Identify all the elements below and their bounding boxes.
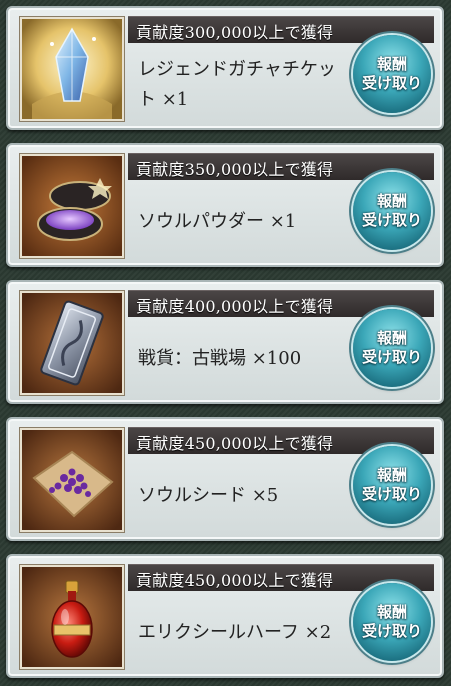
reward-item-line1: エリクシールハーフ ×2 (138, 622, 332, 643)
receive-reward-button[interactable]: 報酬 受け取り (353, 446, 431, 524)
reward-card: 貢献度300,000以上で獲得 レジェンドガチャチケッ ト ×1 報酬 受け取り (6, 6, 444, 130)
button-label-line1: 報酬 (376, 55, 407, 73)
button-label-line2: 受け取り (361, 622, 422, 640)
receive-reward-button[interactable]: 報酬 受け取り (353, 309, 431, 387)
reward-condition-text: 貢献度450,000以上で獲得 (136, 571, 334, 590)
reward-card: 貢献度450,000以上で獲得 ソウルシード ×5 報酬 受け取り (6, 417, 444, 541)
reward-card: 貢献度400,000以上で獲得 戦貨：古戦場 ×100 報酬 受け取り (6, 280, 444, 404)
legend-gacha-ticket-crystal-icon (20, 17, 124, 121)
reward-item-name: 戦貨：古戦場 ×100 (138, 324, 354, 394)
reward-item-name: エリクシールハーフ ×2 (138, 598, 354, 668)
elixir-half-bottle-icon (20, 565, 124, 669)
reward-condition-text: 貢献度400,000以上で獲得 (136, 297, 334, 316)
button-label-line1: 報酬 (376, 603, 407, 621)
receive-reward-button[interactable]: 報酬 受け取り (353, 583, 431, 661)
reward-condition-text: 貢献度300,000以上で獲得 (136, 23, 334, 42)
reward-item-line1: ソウルシード ×5 (138, 485, 279, 506)
reward-condition-text: 貢献度350,000以上で獲得 (136, 160, 334, 179)
button-label-line1: 報酬 (376, 329, 407, 347)
reward-item-line1: ソウルパウダー ×1 (138, 211, 297, 232)
receive-reward-button[interactable]: 報酬 受け取り (353, 172, 431, 250)
reward-card: 貢献度450,000以上で獲得 エリクシールハーフ ×2 報酬 受け取り (6, 554, 444, 678)
reward-card: 貢献度350,000以上で獲得 ソウルパウダー ×1 報酬 受け取り (6, 143, 444, 267)
button-label-line1: 報酬 (376, 466, 407, 484)
reward-item-line2: ト ×1 (138, 89, 189, 110)
button-label-line2: 受け取り (361, 211, 422, 229)
reward-condition-text: 貢献度450,000以上で獲得 (136, 434, 334, 453)
soul-powder-box-icon (20, 154, 124, 258)
reward-item-name: レジェンドガチャチケッ ト ×1 (138, 50, 354, 120)
reward-item-name: ソウルシード ×5 (138, 461, 354, 531)
button-label-line2: 受け取り (361, 485, 422, 503)
reward-item-line1: 戦貨：古戦場 ×100 (138, 348, 302, 369)
button-label-line1: 報酬 (376, 192, 407, 210)
receive-reward-button[interactable]: 報酬 受け取り (353, 35, 431, 113)
reward-item-line1: レジェンドガチャチケッ (138, 59, 336, 80)
battle-medal-token-icon (20, 291, 124, 395)
soul-seed-pile-icon (20, 428, 124, 532)
reward-item-name: ソウルパウダー ×1 (138, 187, 354, 257)
reward-list: 貢献度300,000以上で獲得 レジェンドガチャチケッ ト ×1 報酬 受け取り (0, 0, 451, 686)
button-label-line2: 受け取り (361, 74, 422, 92)
button-label-line2: 受け取り (361, 348, 422, 366)
